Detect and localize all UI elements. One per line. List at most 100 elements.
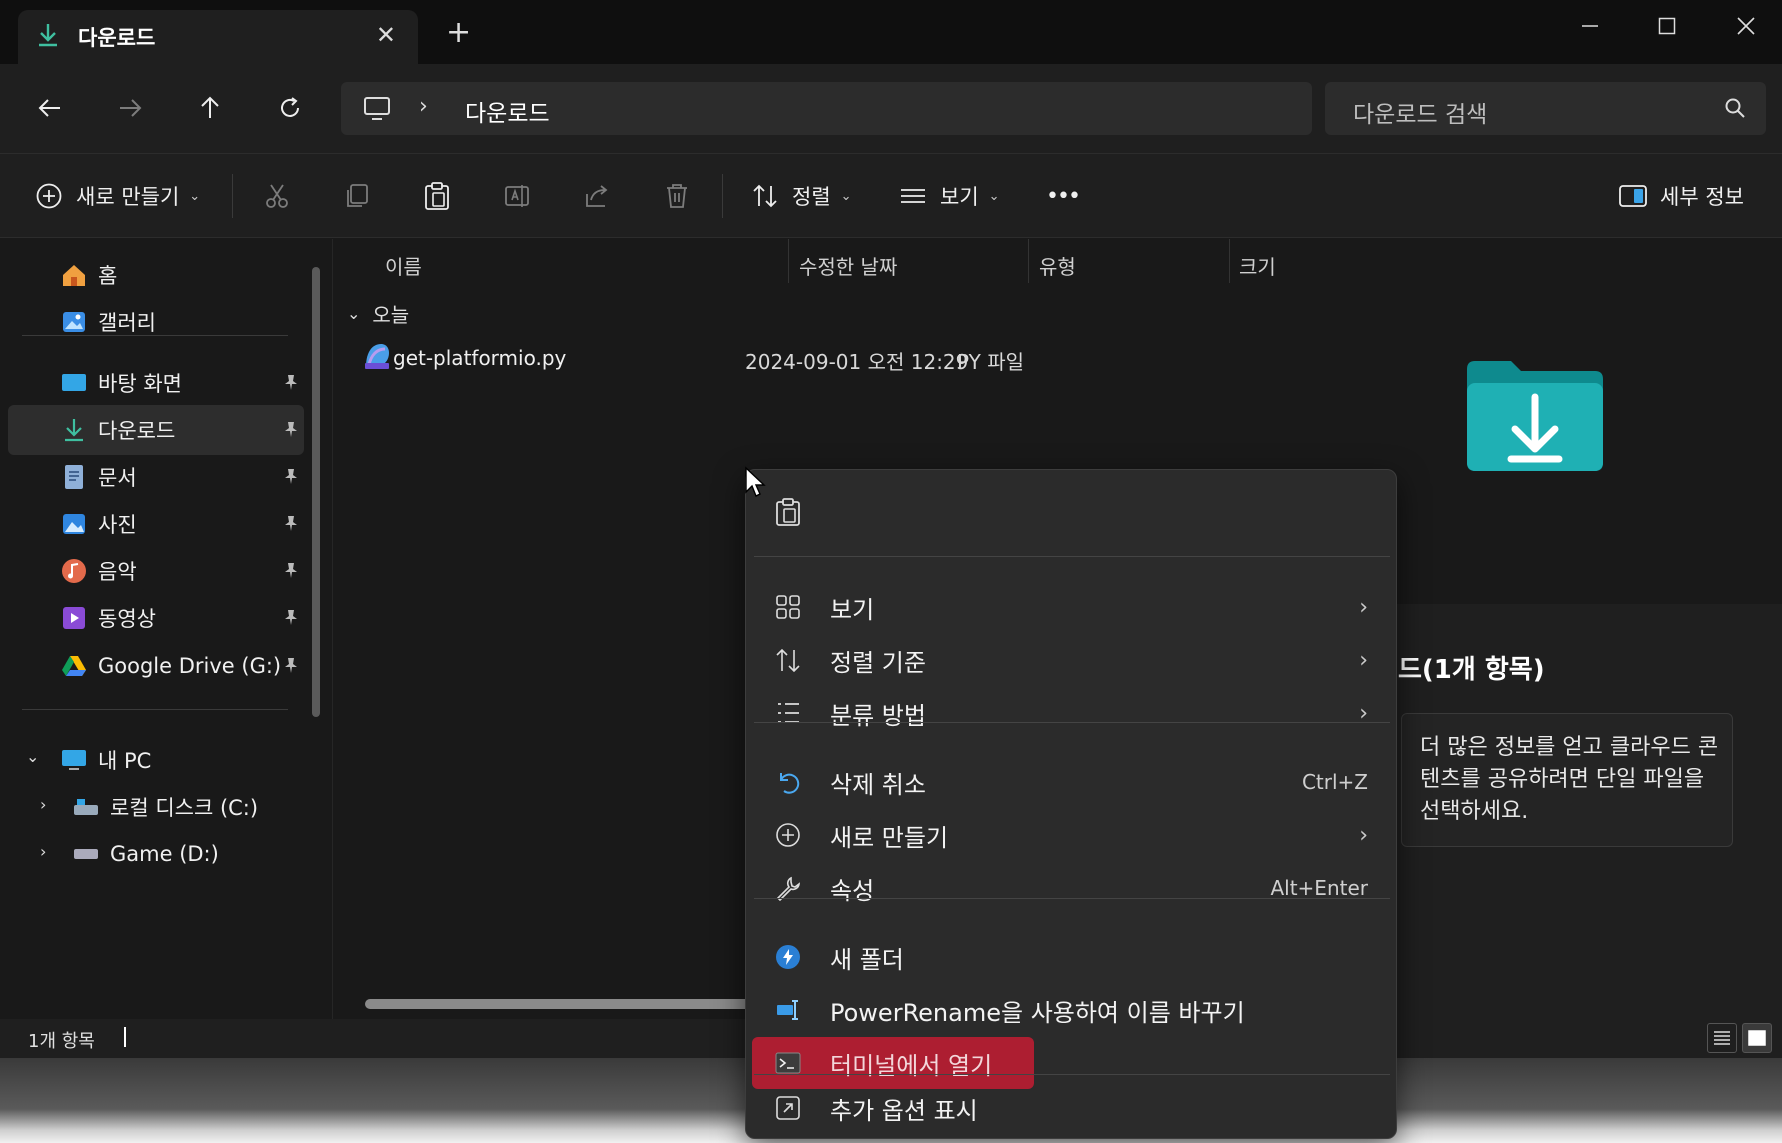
menu-item-label: 보기 (830, 595, 875, 624)
gallery-icon (60, 308, 88, 336)
new-tab-button[interactable]: + (446, 18, 471, 48)
menu-item-label: PowerRename을 사용하여 이름 바꾸기 (830, 998, 1245, 1027)
horizontal-scrollbar[interactable] (365, 999, 785, 1009)
more-options-button[interactable]: ••• (1046, 176, 1081, 216)
sidebar-item-drive-d[interactable]: Game (D:) (8, 829, 304, 879)
menu-item-powerrename[interactable]: PowerRename을 사용하여 이름 바꾸기 (752, 984, 1388, 1036)
maximize-button[interactable] (1637, 8, 1697, 44)
tab-close-button[interactable]: ✕ (376, 21, 396, 49)
sidebar-item-downloads[interactable]: 다운로드 (8, 405, 304, 455)
cut-button[interactable] (260, 176, 294, 216)
column-header-name[interactable]: 이름 (385, 251, 422, 280)
monitor-icon (60, 746, 88, 774)
trash-icon (660, 179, 694, 213)
pin-icon[interactable] (282, 560, 300, 584)
sidebar-item-pictures[interactable]: 사진 (8, 499, 304, 549)
video-icon (60, 604, 88, 632)
pin-icon[interactable] (282, 607, 300, 631)
title-bar: 다운로드 ✕ + (0, 0, 1782, 64)
breadcrumb-downloads[interactable]: 다운로드 (465, 94, 550, 128)
google-drive-icon (60, 652, 88, 680)
tab-downloads[interactable]: 다운로드 ✕ (18, 10, 418, 64)
grid-icon (770, 589, 806, 625)
divider[interactable] (788, 239, 789, 283)
details-view-toggle[interactable] (1707, 1023, 1737, 1053)
paste-button[interactable] (768, 494, 808, 534)
back-button[interactable] (30, 88, 70, 128)
sidebar-item-drive-c[interactable]: 로컬 디스크 (C:) (8, 782, 304, 832)
wrench-icon (770, 870, 806, 906)
rename-button[interactable] (500, 176, 534, 216)
refresh-button[interactable] (270, 88, 310, 128)
clipboard-icon (420, 179, 454, 213)
address-bar[interactable]: › 다운로드 (341, 82, 1312, 135)
menu-item-more-options[interactable]: 추가 옵션 표시 (752, 1082, 1388, 1134)
menu-item-view[interactable]: 보기 › (752, 581, 1388, 633)
chevron-right-icon: › (1359, 822, 1368, 848)
sidebar-item-google-drive[interactable]: Google Drive (G:) (8, 641, 304, 691)
pin-icon[interactable] (282, 655, 300, 679)
divider (754, 1074, 1390, 1075)
menu-item-new-folder[interactable]: 새 폴더 (752, 931, 1388, 983)
divider[interactable] (1229, 239, 1230, 283)
sidebar-item-videos[interactable]: 동영상 (8, 593, 304, 643)
minimize-button[interactable] (1560, 8, 1620, 44)
divider[interactable] (1028, 239, 1029, 283)
view-label: 보기 (940, 185, 979, 209)
details-info-box: 더 많은 정보를 얻고 클라우드 콘텐츠를 공유하려면 단일 파일을 선택하세요… (1401, 713, 1733, 847)
menu-item-sort-by[interactable]: 정렬 기준 › (752, 634, 1388, 686)
sidebar-item-music[interactable]: 음악 (8, 546, 304, 596)
search-icon[interactable] (1724, 97, 1746, 123)
sidebar-item-label: 사진 (98, 513, 137, 537)
copy-button[interactable] (340, 176, 374, 216)
search-input[interactable]: 다운로드 검색 (1325, 82, 1766, 135)
menu-item-properties[interactable]: 속성 Alt+Enter (752, 862, 1388, 914)
forward-button[interactable] (110, 88, 150, 128)
column-header-modified[interactable]: 수정한 날짜 (799, 251, 897, 280)
menu-item-label: 속성 (830, 876, 875, 905)
sidebar-item-documents[interactable]: 문서 (8, 452, 304, 502)
pin-icon[interactable] (282, 419, 300, 443)
column-header-type[interactable]: 유형 (1039, 251, 1076, 280)
menu-item-label: 분류 방법 (830, 701, 926, 730)
up-button[interactable] (190, 88, 230, 128)
sidebar-item-home[interactable]: 홈 (8, 250, 304, 300)
share-button[interactable] (580, 176, 614, 216)
details-title: 드(1개 항목) (1398, 655, 1545, 685)
close-window-button[interactable] (1716, 8, 1776, 44)
sidebar-item-this-pc[interactable]: 내 PC (8, 735, 304, 785)
pin-icon[interactable] (282, 372, 300, 396)
pin-icon[interactable] (282, 513, 300, 537)
sidebar-item-label: 갤러리 (98, 311, 156, 335)
column-header-size[interactable]: 크기 (1239, 251, 1276, 280)
menu-item-group-by[interactable]: 분류 방법 › (752, 687, 1388, 739)
delete-button[interactable] (660, 176, 694, 216)
drive-icon (72, 840, 100, 868)
breadcrumb-separator[interactable]: › (419, 94, 428, 119)
chevron-right-icon: › (1359, 594, 1368, 620)
monitor-icon[interactable] (363, 96, 391, 126)
sort-button[interactable]: 정렬 ⌄ (748, 176, 852, 216)
download-arrow-icon (60, 416, 88, 444)
group-header-today[interactable]: ⌄ 오늘 (347, 299, 409, 328)
new-button[interactable]: 새로 만들기 ⌄ (32, 176, 200, 216)
table-row[interactable]: get-platformio.py 2024-09-01 오전 12:29 PY… (363, 339, 1263, 379)
file-type: PY 파일 (957, 350, 1024, 374)
sidebar-scrollbar[interactable] (312, 267, 320, 717)
pictures-icon (60, 510, 88, 538)
details-pane-button[interactable]: 세부 정보 (1616, 176, 1744, 216)
pin-icon[interactable] (282, 466, 300, 490)
sidebar-item-gallery[interactable]: 갤러리 (8, 297, 304, 347)
sidebar-item-desktop[interactable]: 바탕 화면 (8, 358, 304, 408)
menu-item-label: 새로 만들기 (830, 823, 949, 852)
menu-item-new[interactable]: 새로 만들기 › (752, 809, 1388, 861)
chevron-down-icon: ⌄ (988, 188, 1000, 204)
details-label: 세부 정보 (1660, 185, 1744, 209)
downloads-folder-icon (1463, 359, 1607, 477)
undo-icon (770, 764, 806, 800)
download-arrow-icon (36, 22, 60, 52)
view-button[interactable]: 보기 ⌄ (896, 176, 1000, 216)
paste-button[interactable] (420, 176, 454, 216)
thumbnail-view-toggle[interactable] (1742, 1023, 1772, 1053)
menu-item-undo-delete[interactable]: 삭제 취소 Ctrl+Z (752, 756, 1388, 808)
